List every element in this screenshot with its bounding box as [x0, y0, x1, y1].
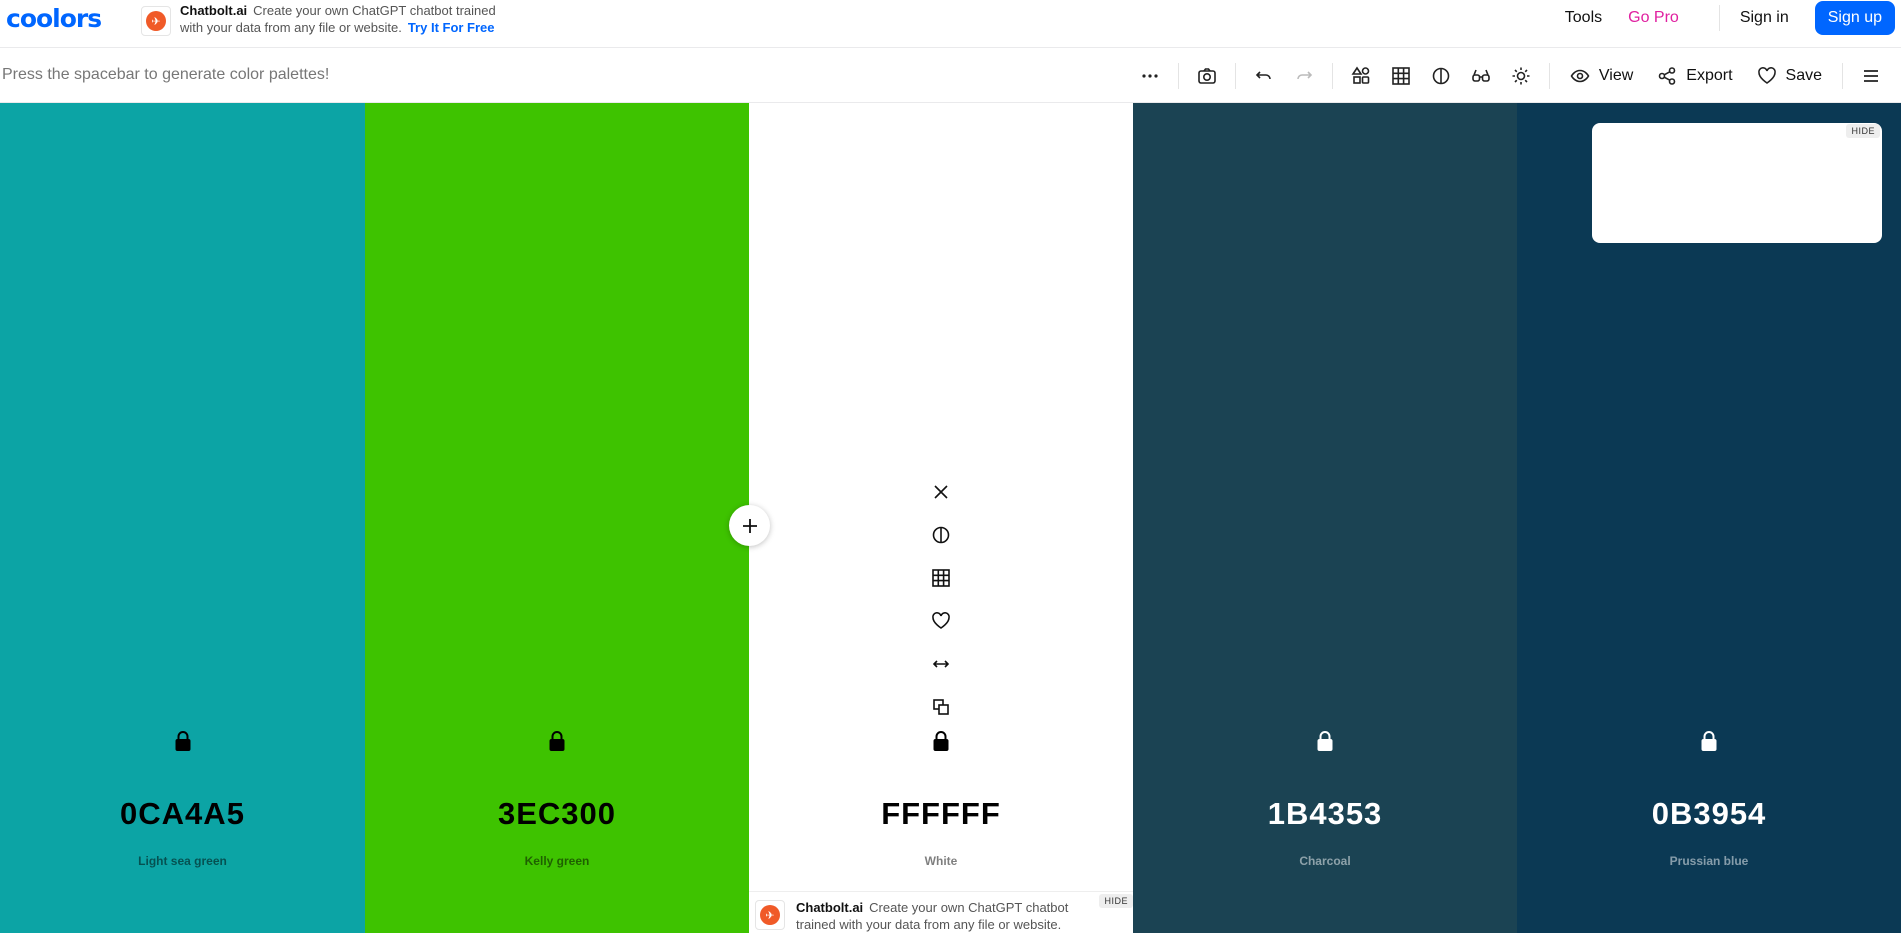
- shades-grid-icon[interactable]: [929, 556, 953, 599]
- view-label: View: [1598, 66, 1634, 84]
- hex-code[interactable]: 0CA4A5: [0, 796, 365, 832]
- contrast-icon[interactable]: [1421, 56, 1461, 96]
- toolbar-divider: [1331, 62, 1333, 89]
- hex-code[interactable]: 3EC300: [365, 796, 749, 832]
- lock-icon[interactable]: [1315, 730, 1335, 752]
- color-name: Charcoal: [1299, 854, 1351, 868]
- save-button[interactable]: Save: [1745, 56, 1834, 96]
- more-options-icon[interactable]: [1130, 56, 1170, 96]
- color-name: Light sea green: [138, 854, 227, 868]
- menu-icon[interactable]: [1851, 56, 1891, 96]
- heart-icon: [1757, 66, 1776, 84]
- toolbar-divider: [1548, 62, 1550, 89]
- copy-icon[interactable]: [929, 685, 953, 728]
- color-name: Kelly green: [524, 854, 590, 868]
- toolbar-divider: [1842, 62, 1843, 89]
- toolbar-divider: [1234, 62, 1236, 89]
- export-label: Export: [1686, 66, 1733, 84]
- chatbolt-logo: ✈: [755, 900, 785, 930]
- shapes-icon[interactable]: [1341, 56, 1381, 96]
- ad-brand: Chatbolt.ai: [796, 900, 864, 915]
- sign-in-link[interactable]: Sign in: [1740, 9, 1789, 27]
- lock-icon[interactable]: [1699, 730, 1719, 752]
- color-swatch[interactable]: 0CA4A5 Light sea green: [0, 103, 365, 933]
- ad-cta-link[interactable]: Try It For Free: [408, 20, 495, 35]
- save-label: Save: [1785, 66, 1822, 84]
- hide-ad-button[interactable]: HIDE: [1099, 894, 1133, 908]
- top-bar: coolors ✈ Chatbolt.ai Create your own Cha…: [0, 0, 1901, 48]
- hex-code[interactable]: 0B3954: [1517, 796, 1901, 832]
- eye-icon: [1570, 69, 1590, 82]
- top-nav: Tools Go Pro Sign in Sign up: [1565, 0, 1901, 36]
- bottom-ad-text: Chatbolt.ai Create your own ChatGPT chatb…: [796, 899, 1096, 933]
- lock-icon[interactable]: [173, 730, 193, 752]
- color-name: White: [924, 854, 958, 868]
- chatbolt-logo: ✈: [141, 6, 171, 36]
- toolbar-actions: View Export Save: [1130, 48, 1901, 103]
- grid-icon[interactable]: [1381, 56, 1421, 96]
- ad-brand: Chatbolt.ai: [180, 3, 248, 18]
- camera-icon[interactable]: [1187, 56, 1227, 96]
- hide-ad-button[interactable]: HIDE: [1846, 124, 1880, 138]
- hex-code[interactable]: FFFFFF: [749, 796, 1133, 832]
- hex-code[interactable]: 1B4353: [1133, 796, 1517, 832]
- color-swatch[interactable]: 1B4353 Charcoal: [1133, 103, 1517, 933]
- share-icon: [1658, 66, 1676, 85]
- view-button[interactable]: View: [1558, 56, 1645, 96]
- color-swatch[interactable]: 3EC300 Kelly green: [365, 103, 749, 933]
- add-color-button[interactable]: [729, 505, 770, 546]
- tools-link[interactable]: Tools: [1565, 9, 1602, 27]
- brightness-icon[interactable]: [1501, 56, 1541, 96]
- contrast-icon[interactable]: [929, 513, 953, 556]
- top-ad-text: Chatbolt.ai Create your own ChatGPT chatb…: [180, 2, 520, 36]
- go-pro-link[interactable]: Go Pro: [1628, 9, 1679, 27]
- remove-color-icon[interactable]: [929, 470, 953, 513]
- undo-icon[interactable]: [1244, 56, 1284, 96]
- drag-arrows-icon[interactable]: [929, 642, 953, 685]
- nav-divider: [1718, 5, 1720, 31]
- color-name: Prussian blue: [1669, 854, 1749, 868]
- floating-ad[interactable]: HIDE: [1592, 123, 1882, 243]
- spacebar-hint: Press the spacebar to generate color pal…: [2, 66, 330, 83]
- glasses-icon[interactable]: [1461, 56, 1501, 96]
- toolbar-divider: [1177, 62, 1179, 89]
- swatch-tools: [929, 470, 953, 728]
- export-button[interactable]: Export: [1645, 56, 1744, 96]
- app-logo[interactable]: coolors: [6, 4, 102, 33]
- lock-icon[interactable]: [931, 730, 951, 752]
- sign-up-button[interactable]: Sign up: [1814, 1, 1895, 35]
- plus-icon: [742, 518, 757, 533]
- bottom-ad-banner[interactable]: ✈ Chatbolt.ai Create your own ChatGPT cha…: [749, 891, 1133, 933]
- redo-icon[interactable]: [1284, 56, 1324, 96]
- color-swatch[interactable]: FFFFFF White: [749, 103, 1133, 933]
- lock-icon[interactable]: [547, 730, 567, 752]
- toolbar: Press the spacebar to generate color pal…: [0, 48, 1901, 103]
- favorite-heart-icon[interactable]: [929, 599, 953, 642]
